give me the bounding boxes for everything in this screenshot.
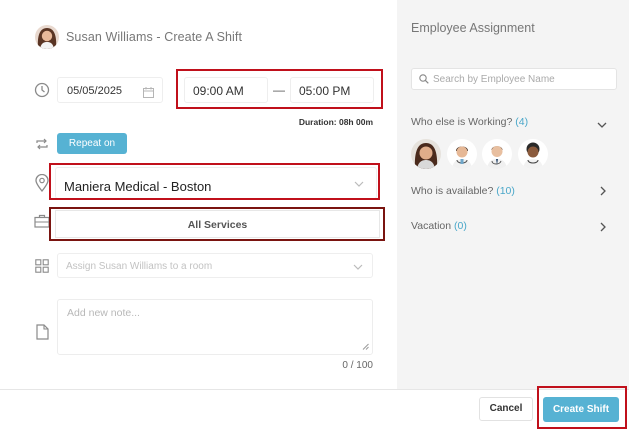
cancel-button[interactable]: Cancel bbox=[479, 397, 533, 421]
resize-handle-icon[interactable] bbox=[362, 343, 369, 352]
services-highlight-box bbox=[49, 207, 385, 241]
available-label: Who is available? bbox=[411, 185, 494, 197]
date-value: 05/05/2025 bbox=[67, 85, 123, 97]
vacation-section-header[interactable]: Vacation (0) bbox=[411, 220, 467, 232]
note-counter: 0 / 100 bbox=[342, 360, 373, 371]
duration-text: Duration: 08h 00m bbox=[298, 117, 373, 127]
avatar[interactable] bbox=[482, 139, 512, 169]
chevron-down-icon bbox=[353, 262, 363, 272]
avatar[interactable] bbox=[411, 139, 441, 169]
time-highlight-box bbox=[176, 69, 383, 109]
note-textarea[interactable]: Add new note... bbox=[57, 299, 373, 355]
note-placeholder: Add new note... bbox=[67, 307, 140, 319]
page-title: Susan Williams - Create A Shift bbox=[66, 30, 243, 44]
clock-icon bbox=[34, 82, 50, 103]
location-pin-icon bbox=[35, 173, 49, 197]
room-select[interactable]: Assign Susan Williams to a room bbox=[57, 253, 373, 278]
chevron-right-icon[interactable] bbox=[600, 185, 607, 199]
date-field[interactable]: 05/05/2025 bbox=[57, 77, 163, 103]
avatar[interactable] bbox=[447, 139, 477, 169]
grid-icon bbox=[35, 259, 49, 278]
avatar bbox=[35, 25, 59, 49]
working-section-header[interactable]: Who else is Working? (4) bbox=[411, 116, 528, 128]
vacation-label: Vacation bbox=[411, 220, 452, 232]
employee-assignment-panel: Employee Assignment Search by Employee N… bbox=[397, 0, 629, 389]
employee-search-input[interactable]: Search by Employee Name bbox=[411, 68, 617, 90]
vacation-count: (0) bbox=[454, 220, 467, 232]
shift-form-panel: Susan Williams - Create A Shift 05/05/20… bbox=[0, 0, 397, 389]
avatar[interactable] bbox=[518, 139, 548, 169]
search-icon bbox=[419, 74, 429, 87]
repeat-icon bbox=[35, 137, 49, 155]
chevron-right-icon[interactable] bbox=[600, 221, 607, 235]
room-placeholder: Assign Susan Williams to a room bbox=[66, 261, 213, 272]
location-highlight-box bbox=[49, 163, 380, 200]
create-highlight-box bbox=[537, 386, 627, 429]
assignment-title: Employee Assignment bbox=[411, 21, 535, 35]
chevron-down-icon[interactable] bbox=[597, 118, 607, 132]
working-label: Who else is Working? bbox=[411, 116, 513, 128]
available-section-header[interactable]: Who is available? (10) bbox=[411, 185, 515, 197]
repeat-on-button[interactable]: Repeat on bbox=[57, 133, 127, 154]
document-icon bbox=[36, 324, 49, 345]
modal-footer bbox=[0, 389, 629, 429]
create-shift-modal: Susan Williams - Create A Shift 05/05/20… bbox=[0, 0, 629, 429]
calendar-icon[interactable] bbox=[143, 85, 154, 103]
briefcase-icon bbox=[34, 214, 50, 233]
working-count: (4) bbox=[515, 116, 529, 128]
available-count: (10) bbox=[496, 185, 515, 197]
search-placeholder: Search by Employee Name bbox=[433, 74, 555, 85]
